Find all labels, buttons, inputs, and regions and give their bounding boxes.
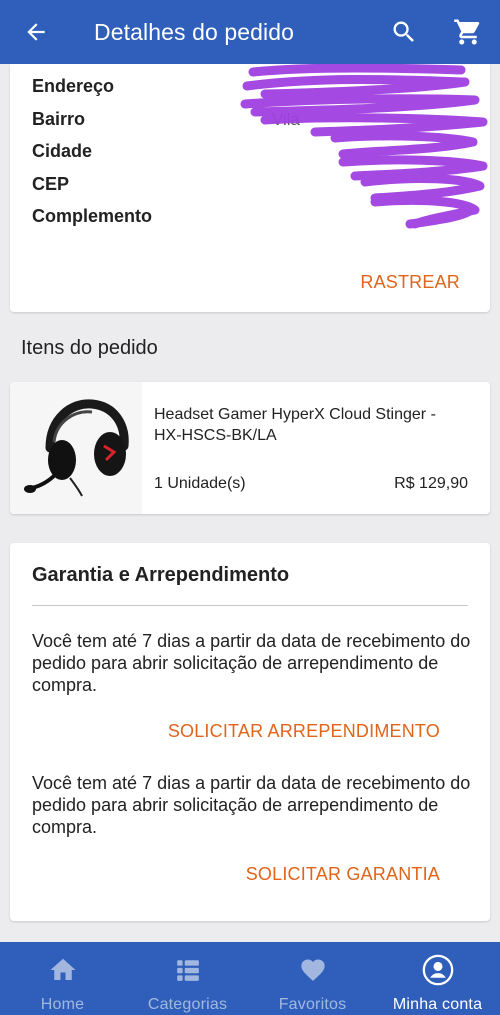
account-icon [421,954,455,986]
search-icon [393,21,414,42]
city-label: Cidade [32,141,93,161]
nav-home[interactable]: Home [0,942,125,1015]
back-button[interactable] [0,0,72,64]
request-warranty-button[interactable]: SOLICITAR GARANTIA [246,864,440,885]
warranty-info-text: Você tem até 7 dias a partir da data de … [32,773,471,837]
product-name: Headset Gamer HyperX Cloud Stinger - HX-… [154,406,436,444]
nav-favorites[interactable]: Favoritos [250,942,375,1015]
categories-icon [175,954,201,986]
nav-home-label: Home [40,996,85,1013]
cart-button[interactable] [436,0,500,64]
zip-label: CEP [32,174,70,194]
nav-favorites-label: Favoritos [278,996,347,1013]
address-label: Endereço [32,76,115,96]
product-quantity: 1 Unidade(s) [154,475,246,492]
warranty-card: Garantia e Arrependimento Você tem até 7… [10,543,490,921]
regret-info-text: Você tem até 7 dias a partir da data de … [32,631,471,695]
complement-label: Complemento [32,206,153,226]
nav-account[interactable]: Minha conta [375,942,500,1015]
product-image [10,382,142,514]
nav-categories-label: Categorias [147,996,228,1013]
neighborhood-label: Bairro [32,109,86,129]
headset-icon [24,399,129,497]
nav-account-label: Minha conta [392,996,483,1013]
heart-icon [299,954,327,986]
request-regret-button[interactable]: SOLICITAR ARREPENDIMENTO [168,721,440,742]
cart-icon [454,19,480,45]
search-button[interactable] [372,0,436,64]
product-price: R$ 129,90 [394,475,468,492]
home-icon [48,954,78,986]
app-bar: Detalhes do pedido [0,0,500,64]
page-title: Detalhes do pedido [94,18,295,45]
track-button[interactable]: RASTREAR [360,272,460,293]
address-card: Endereço Bairro Cidade CEP Complemento V… [10,64,490,312]
divider [32,605,468,606]
order-item[interactable]: Headset Gamer HyperX Cloud Stinger - HX-… [10,382,490,514]
bottom-navigation: Home Categorias Favoritos Minha conta [0,942,500,1015]
redaction-scribble [240,64,488,229]
warranty-title: Garantia e Arrependimento [32,564,290,586]
arrow-left-icon [27,23,45,41]
nav-categories[interactable]: Categorias [125,942,250,1015]
items-section-title: Itens do pedido [21,337,158,359]
